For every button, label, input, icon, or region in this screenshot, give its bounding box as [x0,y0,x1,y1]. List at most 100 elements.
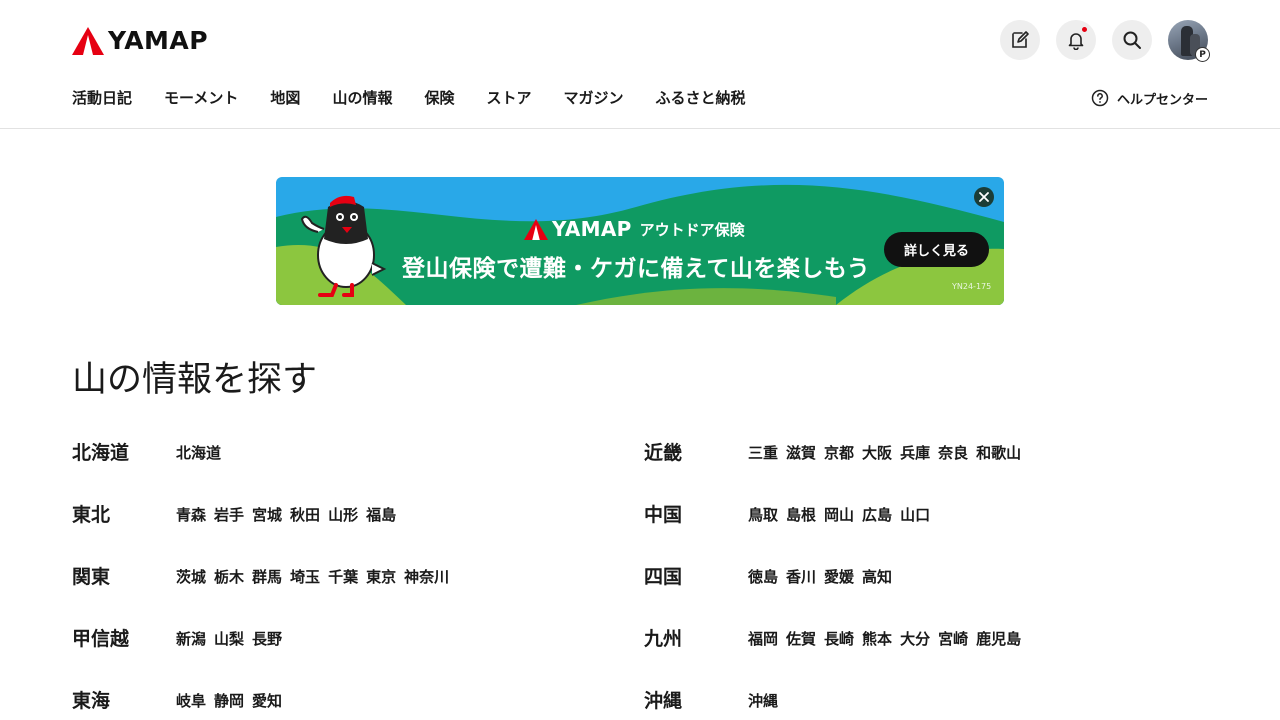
nav-item-moments[interactable]: モーメント [164,86,238,110]
prefecture-list: 三重 滋賀 京都 大阪 兵庫 奈良 和歌山 [748,442,1029,464]
prefecture-link[interactable]: 千葉 [328,566,358,588]
prefecture-link[interactable]: 大分 [900,628,930,650]
premium-badge: P [1195,47,1210,62]
banner-close-button[interactable] [974,187,994,207]
prefecture-link[interactable]: 京都 [824,442,854,464]
nav-item-activity-diary[interactable]: 活動日記 [72,86,132,110]
prefecture-link[interactable]: 茨城 [176,566,206,588]
prefecture-list: 茨城 栃木 群馬 埼玉 千葉 東京 神奈川 [176,566,457,588]
region-name[interactable]: 中国 [644,500,682,530]
region-row: 四国 徳島 香川 愛媛 高知 [644,560,1204,622]
prefecture-link[interactable]: 群馬 [252,566,282,588]
prefecture-link[interactable]: 栃木 [214,566,244,588]
nav-item-magazine[interactable]: マガジン [563,86,623,110]
banner-brand-sub: アウトドア保険 [639,220,745,239]
nav-item-store[interactable]: ストア [486,86,531,110]
prefecture-link[interactable]: 長崎 [824,628,854,650]
nav-item-furusato-tax[interactable]: ふるさと納税 [656,86,746,110]
region-row: 東北 青森 岩手 宮城 秋田 山形 福島 [72,498,632,560]
prefecture-link[interactable]: 新潟 [176,628,206,650]
prefecture-link[interactable]: 東京 [366,566,396,588]
notifications-button[interactable] [1056,20,1096,60]
help-center-label: ヘルプセンター [1116,92,1208,108]
region-name[interactable]: 関東 [72,562,110,592]
page-title: 山の情報を探す [72,360,318,400]
nav-item-map[interactable]: 地図 [270,86,300,110]
prefecture-link[interactable]: 奈良 [938,442,968,464]
region-name[interactable]: 四国 [644,562,682,592]
region-row: 北海道 北海道 [72,436,632,498]
region-column-left: 北海道 北海道 東北 青森 岩手 宮城 秋田 山形 福島 関東 茨城 栃木 群馬… [72,436,632,720]
region-row: 東海 岐阜 静岡 愛知 [72,684,632,720]
prefecture-link[interactable]: 神奈川 [404,566,449,588]
prefecture-link[interactable]: 三重 [748,442,778,464]
prefecture-link[interactable]: 香川 [786,566,816,588]
prefecture-link[interactable]: 島根 [786,504,816,526]
prefecture-link[interactable]: 静岡 [214,690,244,712]
region-column-right: 近畿 三重 滋賀 京都 大阪 兵庫 奈良 和歌山 中国 鳥取 島根 岡山 広島 … [644,436,1204,720]
search-icon [1123,31,1141,49]
banner-headline: 登山保険で遭難・ケガに備えて山を楽しもう [402,256,871,282]
region-name[interactable]: 東北 [72,500,110,530]
prefecture-link[interactable]: 長野 [252,628,282,650]
banner-details-button[interactable]: 詳しく見る [884,232,989,267]
banner-code: YN24-175 [952,282,992,291]
prefecture-link[interactable]: 福島 [366,504,396,526]
bell-icon [1068,33,1084,50]
prefecture-link[interactable]: 秋田 [290,504,320,526]
prefecture-list: 青森 岩手 宮城 秋田 山形 福島 [176,504,404,526]
prefecture-link[interactable]: 徳島 [748,566,778,588]
region-row: 近畿 三重 滋賀 京都 大阪 兵庫 奈良 和歌山 [644,436,1204,498]
logo-text: YAMAP [108,26,209,55]
prefecture-link[interactable]: 鳥取 [748,504,778,526]
prefecture-link[interactable]: 山形 [328,504,358,526]
prefecture-link[interactable]: 鹿児島 [976,628,1021,650]
user-avatar[interactable]: P [1168,20,1210,62]
prefecture-link[interactable]: 大阪 [862,442,892,464]
notification-dot [1081,26,1088,33]
region-name[interactable]: 九州 [644,624,682,654]
prefecture-link[interactable]: 宮城 [252,504,282,526]
prefecture-link[interactable]: 山口 [900,504,930,526]
edit-button[interactable] [1000,20,1040,60]
prefecture-link[interactable]: 岩手 [214,504,244,526]
prefecture-link[interactable]: 兵庫 [900,442,930,464]
nav-item-mountain-info[interactable]: 山の情報 [332,86,392,110]
prefecture-link[interactable]: 青森 [176,504,206,526]
prefecture-link[interactable]: 沖縄 [748,690,778,712]
region-name[interactable]: 近畿 [644,438,682,468]
region-row: 九州 福岡 佐賀 長崎 熊本 大分 宮崎 鹿児島 [644,622,1204,684]
prefecture-link[interactable]: 山梨 [214,628,244,650]
prefecture-link[interactable]: 北海道 [176,442,221,464]
main-nav: 活動日記 モーメント 地図 山の情報 保険 ストア マガジン ふるさと納税 [72,86,778,110]
yamap-logo[interactable]: YAMAP [72,26,208,56]
prefecture-link[interactable]: 福岡 [748,628,778,650]
prefecture-link[interactable]: 滋賀 [786,442,816,464]
region-row: 沖縄 沖縄 [644,684,1204,720]
insurance-ad-banner[interactable]: YAMAP アウトドア保険 登山保険で遭難・ケガに備えて山を楽しもう 詳しく見る… [276,177,1004,305]
region-name[interactable]: 甲信越 [72,624,129,654]
prefecture-list: 沖縄 [748,690,786,712]
prefecture-link[interactable]: 高知 [862,566,892,588]
nav-item-insurance[interactable]: 保険 [424,86,454,110]
prefecture-link[interactable]: 広島 [862,504,892,526]
prefecture-link[interactable]: 愛媛 [824,566,854,588]
prefecture-list: 岐阜 静岡 愛知 [176,690,290,712]
prefecture-link[interactable]: 和歌山 [976,442,1021,464]
prefecture-link[interactable]: 愛知 [252,690,282,712]
search-button[interactable] [1112,20,1152,60]
region-name[interactable]: 北海道 [72,438,129,468]
banner-brand: YAMAP アウトドア保険 [524,217,745,241]
prefecture-link[interactable]: 埼玉 [290,566,320,588]
prefecture-link[interactable]: 熊本 [862,628,892,650]
help-center-link[interactable]: ヘルプセンター [1091,86,1208,110]
help-circle-icon [1091,89,1109,107]
prefecture-link[interactable]: 宮崎 [938,628,968,650]
prefecture-link[interactable]: 佐賀 [786,628,816,650]
prefecture-link[interactable]: 岐阜 [176,690,206,712]
region-name[interactable]: 沖縄 [644,686,682,716]
yamap-mountain-icon [524,218,548,240]
edit-icon [1012,31,1029,48]
prefecture-link[interactable]: 岡山 [824,504,854,526]
region-name[interactable]: 東海 [72,686,110,716]
